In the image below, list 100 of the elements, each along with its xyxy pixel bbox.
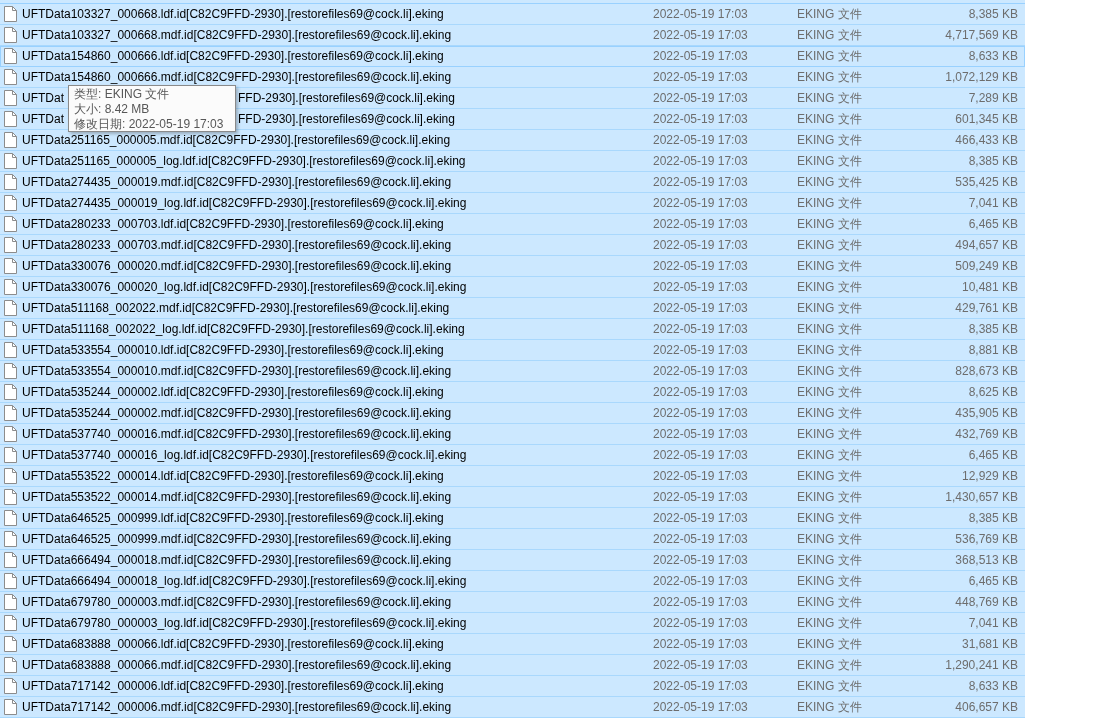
- file-icon: [4, 699, 17, 715]
- file-icon: [4, 216, 17, 232]
- file-name: UFTData280233_000703.ldf.id[C82C9FFD-2930].[restorefiles69@cock.li].eking: [22, 217, 445, 231]
- file-name: UFTData553522_000014.mdf.id[C82C9FFD-2930].[restorefiles69@cock.li].eking: [22, 490, 453, 504]
- file-icon: [4, 48, 17, 64]
- modified-date: 2022-05-19 17:03: [653, 133, 749, 147]
- file-icon: [4, 426, 17, 442]
- file-type: EKING 文件: [797, 446, 863, 464]
- file-icon: [4, 153, 17, 169]
- file-name: UFTDat: [22, 112, 64, 126]
- modified-date: 2022-05-19 17:03: [653, 28, 749, 42]
- file-row[interactable]: UFTData103327_000668.ldf.id[C82C9FFD-2930].[restorefiles69@cock.li].eking 2022-05-19 17:03 EKING 文件 8,385 KB: [0, 4, 1025, 25]
- modified-date: 2022-05-19 17:03: [653, 91, 749, 105]
- file-row[interactable]: UFTData251165_000005_log.ldf.id[C82C9FFD-2930].[restorefiles69@cock.li].eking 2022-05-19 17:03 EKING 文件 8,385 KB: [0, 151, 1025, 172]
- file-icon: [4, 6, 17, 22]
- modified-date: 2022-05-19 17:03: [653, 490, 749, 504]
- file-name: UFTData666494_000018.mdf.id[C82C9FFD-2930].[restorefiles69@cock.li].eking: [22, 553, 453, 567]
- file-row[interactable]: UFTData553522_000014.ldf.id[C82C9FFD-2930].[restorefiles69@cock.li].eking 2022-05-19 17:03 EKING 文件 12,929 KB: [0, 466, 1025, 487]
- file-row[interactable]: UFTData537740_000016.mdf.id[C82C9FFD-2930].[restorefiles69@cock.li].eking 2022-05-19 17:03 EKING 文件 432,769 KB: [0, 424, 1025, 445]
- file-row[interactable]: UFTData251165_000005.mdf.id[C82C9FFD-2930].[restorefiles69@cock.li].eking 2022-05-19 17:03 EKING 文件 466,433 KB: [0, 130, 1025, 151]
- file-row[interactable]: UFTData280233_000703.ldf.id[C82C9FFD-2930].[restorefiles69@cock.li].eking 2022-05-19 17:03 EKING 文件 6,465 KB: [0, 214, 1025, 235]
- modified-date: 2022-05-19 17:03: [653, 553, 749, 567]
- file-type: EKING 文件: [797, 551, 863, 569]
- file-size: 8,385 KB: [967, 154, 1018, 168]
- file-row[interactable]: UFTData274435_000019_log.ldf.id[C82C9FFD-2930].[restorefiles69@cock.li].eking 2022-05-19 17:03 EKING 文件 7,041 KB: [0, 193, 1025, 214]
- file-row[interactable]: UFTData154860_000666.mdf.id[C82C9FFD-2930].[restorefiles69@cock.li].eking 2022-05-19 17:03 EKING 文件 1,072,129 KB: [0, 67, 1025, 88]
- file-type: EKING 文件: [797, 26, 863, 44]
- file-icon: [4, 468, 17, 484]
- file-row[interactable]: UFTData511168_002022_log.ldf.id[C82C9FFD-2930].[restorefiles69@cock.li].eking 2022-05-19 17:03 EKING 文件 8,385 KB: [0, 319, 1025, 340]
- file-row[interactable]: UFTData717142_000006.mdf.id[C82C9FFD-2930].[restorefiles69@cock.li].eking 2022-05-19 17:03 EKING 文件 406,657 KB: [0, 697, 1025, 718]
- file-size: 12,929 KB: [960, 469, 1018, 483]
- modified-date: 2022-05-19 17:03: [653, 385, 749, 399]
- file-row[interactable]: UFTData330076_000020.mdf.id[C82C9FFD-2930].[restorefiles69@cock.li].eking 2022-05-19 17:03 EKING 文件 509,249 KB: [0, 256, 1025, 277]
- file-row[interactable]: UFTData154860_000666.ldf.id[C82C9FFD-2930].[restorefiles69@cock.li].eking 2022-05-19 17:03 EKING 文件 8,633 KB: [0, 46, 1025, 67]
- file-icon: [4, 447, 17, 463]
- file-name: UFTData646525_000999.ldf.id[C82C9FFD-2930].[restorefiles69@cock.li].eking: [22, 511, 445, 525]
- file-type: EKING 文件: [797, 68, 863, 86]
- file-name: UFTData103327_000668.mdf.id[C82C9FFD-2930].[restorefiles69@cock.li].eking: [22, 28, 453, 42]
- modified-date: 2022-05-19 17:03: [653, 637, 749, 651]
- file-row[interactable]: UFTData679780_000003_log.ldf.id[C82C9FFD-2930].[restorefiles69@cock.li].eking 2022-05-19 17:03 EKING 文件 7,041 KB: [0, 613, 1025, 634]
- file-icon: [4, 279, 17, 295]
- file-row[interactable]: UFTData280233_000703.mdf.id[C82C9FFD-2930].[restorefiles69@cock.li].eking 2022-05-19 17:03 EKING 文件 494,657 KB: [0, 235, 1025, 256]
- file-type: EKING 文件: [797, 341, 863, 359]
- file-size: 10,481 KB: [960, 280, 1018, 294]
- modified-date: 2022-05-19 17:03: [653, 532, 749, 546]
- file-row[interactable]: UFTData535244_000002.ldf.id[C82C9FFD-2930].[restorefiles69@cock.li].eking 2022-05-19 17:03 EKING 文件 8,625 KB: [0, 382, 1025, 403]
- file-row[interactable]: UFTData274435_000019.mdf.id[C82C9FFD-2930].[restorefiles69@cock.li].eking 2022-05-19 17:03 EKING 文件 535,425 KB: [0, 172, 1025, 193]
- file-type: EKING 文件: [797, 467, 863, 485]
- modified-date: 2022-05-19 17:03: [653, 427, 749, 441]
- file-row[interactable]: UFTData103327_000668.mdf.id[C82C9FFD-2930].[restorefiles69@cock.li].eking 2022-05-19 17:03 EKING 文件 4,717,569 KB: [0, 25, 1025, 46]
- file-size: 368,513 KB: [954, 553, 1018, 567]
- file-type: EKING 文件: [797, 89, 863, 107]
- file-row[interactable]: UFTData537740_000016_log.ldf.id[C82C9FFD-2930].[restorefiles69@cock.li].eking 2022-05-19 17:03 EKING 文件 6,465 KB: [0, 445, 1025, 466]
- file-row[interactable]: UFTData683888_000066.mdf.id[C82C9FFD-2930].[restorefiles69@cock.li].eking 2022-05-19 17:03 EKING 文件 1,290,241 KB: [0, 655, 1025, 676]
- file-row[interactable]: UFTData646525_000999.ldf.id[C82C9FFD-2930].[restorefiles69@cock.li].eking 2022-05-19 17:03 EKING 文件 8,385 KB: [0, 508, 1025, 529]
- file-size: 31,681 KB: [960, 637, 1018, 651]
- file-row[interactable]: UFTData683888_000066.ldf.id[C82C9FFD-2930].[restorefiles69@cock.li].eking 2022-05-19 17:03 EKING 文件 31,681 KB: [0, 634, 1025, 655]
- file-name: FFD-2930].[restorefiles69@cock.li].eking: [238, 91, 455, 105]
- tooltip-line: 修改日期: 2022-05-19 17:03: [74, 117, 225, 132]
- file-icon: [4, 342, 17, 358]
- file-type: EKING 文件: [797, 509, 863, 527]
- modified-date: 2022-05-19 17:03: [653, 343, 749, 357]
- file-size: 8,625 KB: [967, 385, 1018, 399]
- file-row[interactable]: UFTData330076_000020_log.ldf.id[C82C9FFD-2930].[restorefiles69@cock.li].eking 2022-05-19 17:03 EKING 文件 10,481 KB: [0, 277, 1025, 298]
- file-type: EKING 文件: [797, 425, 863, 443]
- modified-date: 2022-05-19 17:03: [653, 112, 749, 126]
- file-type: EKING 文件: [797, 404, 863, 422]
- modified-date: 2022-05-19 17:03: [653, 700, 749, 714]
- file-row[interactable]: UFTData535244_000002.mdf.id[C82C9FFD-2930].[restorefiles69@cock.li].eking 2022-05-19 17:03 EKING 文件 435,905 KB: [0, 403, 1025, 424]
- file-row[interactable]: UFTData646525_000999.mdf.id[C82C9FFD-2930].[restorefiles69@cock.li].eking 2022-05-19 17:03 EKING 文件 536,769 KB: [0, 529, 1025, 550]
- file-size: 828,673 KB: [954, 364, 1018, 378]
- file-name: FFD-2930].[restorefiles69@cock.li].eking: [238, 112, 455, 126]
- file-name: UFTDat: [22, 91, 64, 105]
- file-icon: [4, 132, 17, 148]
- file-row[interactable]: UFTData666494_000018.mdf.id[C82C9FFD-2930].[restorefiles69@cock.li].eking 2022-05-19 17:03 EKING 文件 368,513 KB: [0, 550, 1025, 571]
- file-name: UFTData535244_000002.mdf.id[C82C9FFD-2930].[restorefiles69@cock.li].eking: [22, 406, 453, 420]
- file-icon: [4, 363, 17, 379]
- file-name: UFTData679780_000003_log.ldf.id[C82C9FFD-2930].[restorefiles69@cock.li].eking: [22, 616, 468, 630]
- modified-date: 2022-05-19 17:03: [653, 658, 749, 672]
- file-row[interactable]: UFTData717142_000006.ldf.id[C82C9FFD-2930].[restorefiles69@cock.li].eking 2022-05-19 17:03 EKING 文件 8,633 KB: [0, 676, 1025, 697]
- file-type: EKING 文件: [797, 698, 863, 716]
- file-icon: [4, 258, 17, 274]
- file-icon: [4, 111, 17, 127]
- file-name: UFTData535244_000002.ldf.id[C82C9FFD-2930].[restorefiles69@cock.li].eking: [22, 385, 445, 399]
- file-icon: [4, 594, 17, 610]
- file-size: 435,905 KB: [954, 406, 1018, 420]
- file-name: UFTData537740_000016_log.ldf.id[C82C9FFD-2930].[restorefiles69@cock.li].eking: [22, 448, 468, 462]
- file-name: UFTData717142_000006.ldf.id[C82C9FFD-2930].[restorefiles69@cock.li].eking: [22, 679, 445, 693]
- file-type: EKING 文件: [797, 278, 863, 296]
- file-size: 4,717,569 KB: [944, 28, 1018, 42]
- file-row[interactable]: UFTData533554_000010.mdf.id[C82C9FFD-2930].[restorefiles69@cock.li].eking 2022-05-19 17:03 EKING 文件 828,673 KB: [0, 361, 1025, 382]
- modified-date: 2022-05-19 17:03: [653, 616, 749, 630]
- file-row[interactable]: UFTData666494_000018_log.ldf.id[C82C9FFD-2930].[restorefiles69@cock.li].eking 2022-05-19 17:03 EKING 文件 6,465 KB: [0, 571, 1025, 592]
- file-row[interactable]: UFTData679780_000003.mdf.id[C82C9FFD-2930].[restorefiles69@cock.li].eking 2022-05-19 17:03 EKING 文件 448,769 KB: [0, 592, 1025, 613]
- file-row[interactable]: UFTData553522_000014.mdf.id[C82C9FFD-2930].[restorefiles69@cock.li].eking 2022-05-19 17:03 EKING 文件 1,430,657 KB: [0, 487, 1025, 508]
- file-type: EKING 文件: [797, 152, 863, 170]
- file-row[interactable]: UFTData511168_002022.mdf.id[C82C9FFD-2930].[restorefiles69@cock.li].eking 2022-05-19 17:03 EKING 文件 429,761 KB: [0, 298, 1025, 319]
- file-row[interactable]: UFTData533554_000010.ldf.id[C82C9FFD-2930].[restorefiles69@cock.li].eking 2022-05-19 17:03 EKING 文件 8,881 KB: [0, 340, 1025, 361]
- file-type: EKING 文件: [797, 236, 863, 254]
- modified-date: 2022-05-19 17:03: [653, 259, 749, 273]
